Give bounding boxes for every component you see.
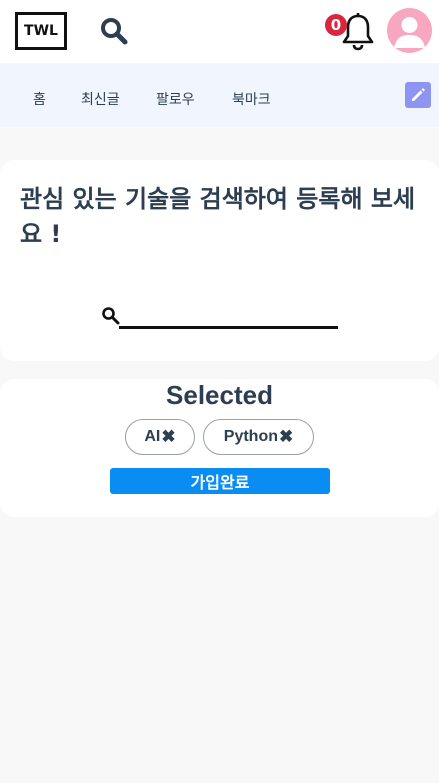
tech-search (101, 306, 341, 330)
search-card: 관심 있는 기술을 검색하여 등록해 보세요 ! (0, 160, 439, 361)
avatar-icon (394, 17, 425, 48)
search-headline: 관심 있는 기술을 검색하여 등록해 보세요 ! (20, 185, 416, 248)
top-bar: TWL 0 (0, 0, 439, 63)
nav-item-latest[interactable]: 최신글 (81, 89, 120, 109)
notification-badge: 0 (325, 14, 347, 36)
close-icon[interactable]: ✖ (161, 427, 175, 447)
notifications[interactable]: 0 (322, 12, 374, 52)
chip-label: Python (223, 428, 278, 445)
avatar[interactable] (387, 8, 432, 53)
chip-label: AI (144, 428, 161, 445)
bell-icon[interactable] (340, 12, 376, 52)
nav-item-follow[interactable]: 팔로우 (156, 89, 195, 109)
search-icon[interactable] (101, 306, 120, 325)
pencil-icon (412, 88, 425, 101)
selected-card: Selected AI ✖ Python ✖ 가입완료 (0, 379, 439, 517)
edit-button[interactable] (405, 82, 431, 108)
logo[interactable]: TWL (15, 12, 67, 50)
search-input[interactable] (119, 306, 338, 329)
close-icon[interactable]: ✖ (279, 427, 293, 447)
nav-bar: 홈 최신글 팔로우 북마크 (0, 63, 439, 127)
nav-item-bookmark[interactable]: 북마크 (232, 89, 271, 109)
nav-item-home[interactable]: 홈 (33, 89, 46, 109)
chip-python: Python ✖ (203, 419, 314, 455)
selected-chips: AI ✖ Python ✖ (0, 419, 439, 455)
search-icon[interactable] (99, 16, 129, 46)
join-complete-button[interactable]: 가입완료 (110, 468, 330, 494)
selected-title: Selected (166, 380, 273, 410)
chip-ai: AI ✖ (125, 419, 195, 455)
